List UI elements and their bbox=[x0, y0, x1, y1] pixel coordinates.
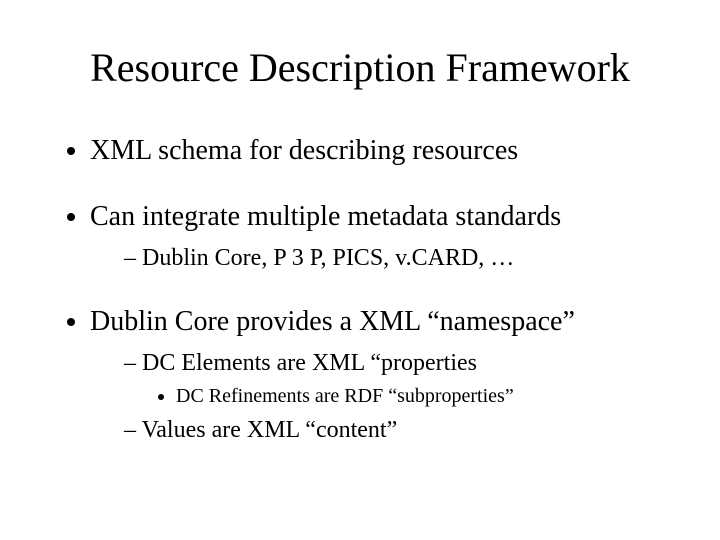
bullet-text: Dublin Core provides a XML “namespace” bbox=[90, 306, 575, 337]
sub-bullet-text: Dublin Core, P 3 P, PICS, v.CARD, … bbox=[142, 245, 514, 271]
bullet-item: Can integrate multiple metadata standard… bbox=[90, 199, 680, 274]
sub-bullet-text: DC Elements are XML “properties bbox=[142, 350, 477, 376]
sub-sub-bullet-text: DC Refinements are RDF “subproperties” bbox=[176, 385, 514, 407]
slide-title: Resource Description Framework bbox=[40, 44, 680, 91]
bullet-item: XML schema for describing resources bbox=[90, 133, 680, 169]
sub-bullet-list: Dublin Core, P 3 P, PICS, v.CARD, … bbox=[90, 242, 680, 274]
sub-sub-bullet-list: DC Refinements are RDF “subproperties” bbox=[142, 383, 680, 410]
sub-bullet-item: Dublin Core, P 3 P, PICS, v.CARD, … bbox=[124, 242, 680, 274]
slide: Resource Description Framework XML schem… bbox=[0, 0, 720, 540]
sub-bullet-list: DC Elements are XML “properties DC Refin… bbox=[90, 347, 680, 447]
bullet-item: Dublin Core provides a XML “namespace” D… bbox=[90, 304, 680, 446]
sub-sub-bullet-item: DC Refinements are RDF “subproperties” bbox=[176, 383, 680, 410]
sub-bullet-item: Values are XML “content” bbox=[124, 414, 680, 446]
bullet-text: XML schema for describing resources bbox=[90, 135, 518, 166]
bullet-text: Can integrate multiple metadata standard… bbox=[90, 201, 561, 232]
bullet-list: XML schema for describing resources Can … bbox=[40, 133, 680, 446]
sub-bullet-item: DC Elements are XML “properties DC Refin… bbox=[124, 347, 680, 410]
sub-bullet-text: Values are XML “content” bbox=[142, 417, 398, 443]
